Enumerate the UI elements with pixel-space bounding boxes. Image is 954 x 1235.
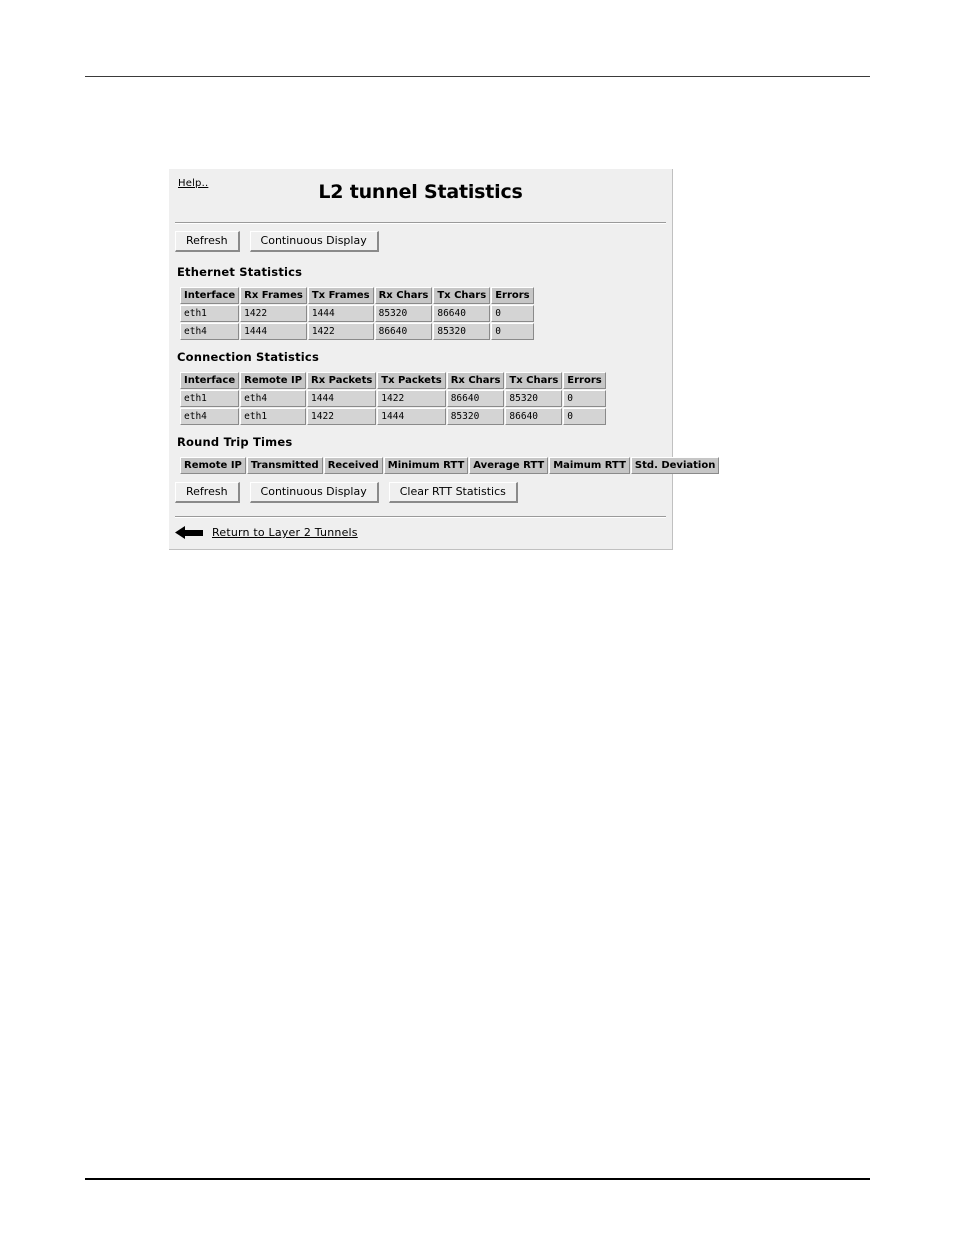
table-row: eth4 eth1 1422 1444 85320 86640 0 (180, 408, 606, 425)
column-header: Interface (180, 287, 240, 304)
round-trip-times-table: Remote IP Transmitted Received Minimum RTT A… (179, 456, 720, 475)
table-cell: 85320 (505, 390, 563, 407)
table-row: eth1 eth4 1444 1422 86640 85320 0 (180, 390, 606, 407)
table-cell: 1422 (307, 408, 377, 425)
table-cell: 1444 (240, 323, 307, 340)
connection-statistics-title: Connection Statistics (177, 350, 319, 364)
table-cell: eth1 (180, 305, 240, 322)
column-header: Maimum RTT (549, 457, 630, 474)
page-title: L2 tunnel Statistics (318, 181, 523, 203)
table-cell: eth4 (180, 323, 240, 340)
table-cell: 0 (491, 323, 534, 340)
table-cell: 86640 (433, 305, 491, 322)
column-header: Tx Frames (307, 287, 374, 304)
table-cell: 85320 (446, 408, 505, 425)
column-header: Tx Chars (505, 372, 563, 389)
table-cell: 0 (491, 305, 534, 322)
page-bottom-rule (85, 1178, 870, 1180)
column-header: Rx Chars (446, 372, 505, 389)
back-arrow-icon (175, 526, 203, 539)
panel-header: Help.. L2 tunnel Statistics (169, 169, 672, 222)
table-cell: eth1 (180, 390, 240, 407)
round-trip-times-title: Round Trip Times (177, 435, 293, 449)
column-header: Rx Packets (307, 372, 377, 389)
table-cell: 1444 (307, 390, 377, 407)
table-cell: 86640 (374, 323, 433, 340)
clear-rtt-statistics-button[interactable]: Clear RTT Statistics (388, 482, 518, 503)
return-to-layer-2-tunnels-link[interactable]: Return to Layer 2 Tunnels (212, 526, 358, 539)
column-header: Rx Chars (374, 287, 433, 304)
l2-tunnel-statistics-panel: Help.. L2 tunnel Statistics Refresh Cont… (169, 169, 720, 550)
table-cell: 1444 (377, 408, 446, 425)
refresh-button-top[interactable]: Refresh (175, 231, 240, 252)
column-header: Average RTT (469, 457, 549, 474)
column-header: Errors (491, 287, 534, 304)
column-header: Tx Packets (377, 372, 446, 389)
table-row: eth4 1444 1422 86640 85320 0 (180, 323, 534, 340)
column-header: Remote IP (180, 457, 246, 474)
table-cell: 0 (563, 408, 606, 425)
bottom-button-row: Refresh Continuous Display Clear RTT Sta… (175, 475, 666, 507)
table-cell: eth4 (240, 390, 307, 407)
column-header: Errors (563, 372, 606, 389)
column-header: Minimum RTT (383, 457, 469, 474)
table-cell: 85320 (374, 305, 433, 322)
page-top-rule (85, 76, 870, 77)
connection-statistics-table: Interface Remote IP Rx Packets Tx Packets Rx… (179, 371, 607, 426)
table-cell: 86640 (505, 408, 563, 425)
ethernet-statistics-title: Ethernet Statistics (177, 265, 303, 279)
ethernet-statistics-table: Interface Rx Frames Tx Frames Rx Chars Tx Ch… (179, 286, 535, 341)
panel-body: Refresh Continuous Display Ethernet Stat… (169, 224, 720, 507)
table-cell: 85320 (433, 323, 491, 340)
table-cell: 86640 (446, 390, 505, 407)
continuous-display-button-top[interactable]: Continuous Display (249, 231, 379, 252)
top-button-row: Refresh Continuous Display (175, 224, 666, 256)
table-cell: 1422 (377, 390, 446, 407)
table-cell: eth1 (240, 408, 307, 425)
page: Help.. L2 tunnel Statistics Refresh Cont… (0, 0, 954, 1235)
table-header-row: Interface Rx Frames Tx Frames Rx Chars Tx Ch… (180, 287, 534, 304)
column-header: Received (323, 457, 383, 474)
column-header: Transmitted (246, 457, 323, 474)
table-header-row: Remote IP Transmitted Received Minimum RTT A… (180, 457, 720, 474)
table-cell: eth4 (180, 408, 240, 425)
column-header: Tx Chars (433, 287, 491, 304)
table-cell: 1422 (240, 305, 307, 322)
refresh-button-bottom[interactable]: Refresh (175, 482, 240, 503)
panel-footer: Return to Layer 2 Tunnels (169, 518, 672, 549)
column-header: Remote IP (240, 372, 307, 389)
table-cell: 1444 (307, 305, 374, 322)
table-cell: 1422 (307, 323, 374, 340)
table-row: eth1 1422 1444 85320 86640 0 (180, 305, 534, 322)
column-header: Std. Deviation (630, 457, 720, 474)
table-cell: 0 (563, 390, 606, 407)
column-header: Interface (180, 372, 240, 389)
table-header-row: Interface Remote IP Rx Packets Tx Packets Rx… (180, 372, 606, 389)
column-header: Rx Frames (240, 287, 307, 304)
continuous-display-button-bottom[interactable]: Continuous Display (249, 482, 379, 503)
